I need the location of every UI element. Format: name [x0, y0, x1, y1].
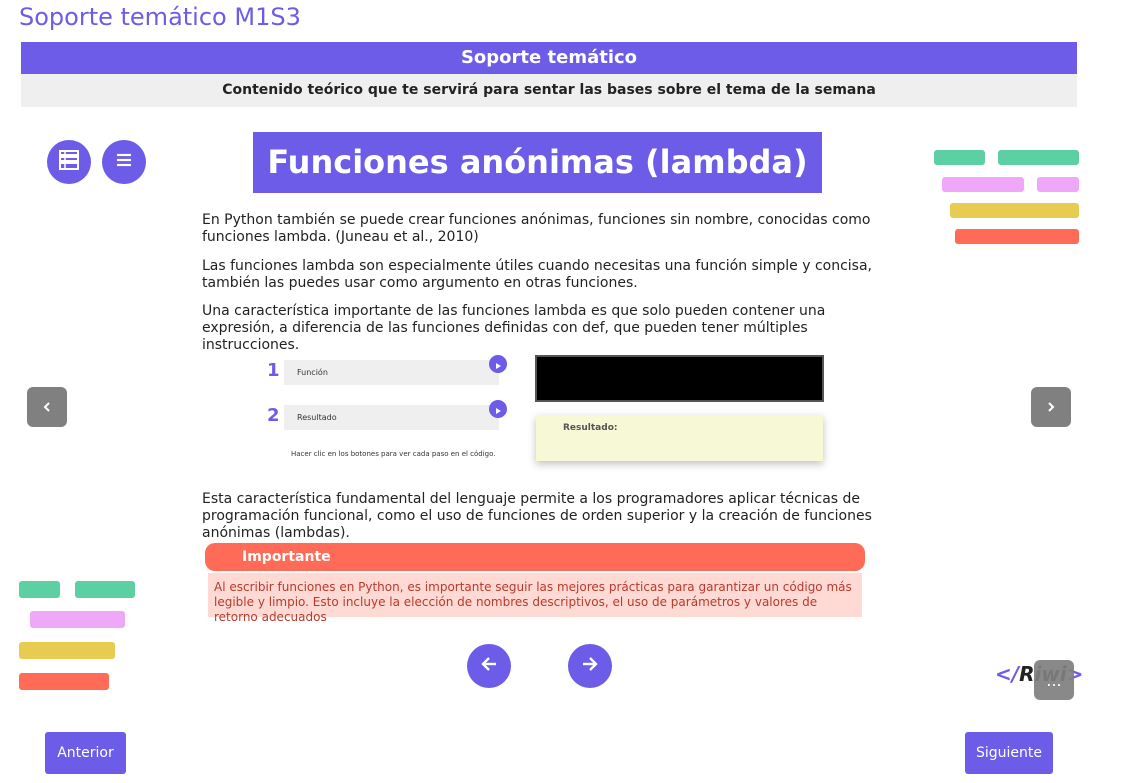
play-icon: [494, 355, 502, 374]
paragraph: Una característica importante de las fun…: [202, 303, 826, 353]
decorative-bar: [1037, 177, 1079, 192]
book-button[interactable]: [47, 140, 91, 184]
result-label: Resultado:: [563, 423, 618, 433]
play-step-result-button[interactable]: [489, 400, 507, 418]
result-panel: Resultado:: [536, 415, 823, 461]
decorative-bar: [19, 673, 109, 690]
arrow-left-icon: [478, 653, 500, 679]
topic-title: Funciones anónimas (lambda): [253, 132, 822, 193]
step-number: 2: [267, 405, 280, 426]
next-page-button[interactable]: [568, 644, 612, 688]
more-button[interactable]: ...: [1034, 660, 1074, 700]
previous-button[interactable]: Anterior: [45, 732, 126, 774]
decorative-bar: [950, 203, 1079, 218]
previous-slide-button[interactable]: [27, 387, 67, 427]
play-icon: [494, 400, 502, 419]
paragraph: En Python también se puede crear funcion…: [202, 212, 871, 245]
page-title: Soporte temático M1S3: [19, 3, 301, 31]
steps-hint: Hacer clic en los botones para ver cada …: [291, 450, 496, 458]
decorative-bar: [934, 150, 985, 165]
next-button[interactable]: Siguiente: [965, 732, 1053, 774]
menu-button[interactable]: [102, 140, 146, 184]
paragraph: Esta característica fundamental del leng…: [202, 491, 872, 541]
decorative-bar: [30, 611, 125, 628]
next-slide-button[interactable]: [1031, 387, 1071, 427]
step-number: 1: [267, 360, 280, 381]
section-subtitle: Contenido teórico que te servirá para se…: [21, 74, 1077, 107]
step-result: Resultado: [284, 405, 499, 430]
decorative-bar: [75, 581, 135, 598]
more-icon: ...: [1046, 670, 1062, 690]
book-icon: [56, 147, 82, 177]
play-step-function-button[interactable]: [489, 355, 507, 373]
important-text: Al escribir funciones en Python, es impo…: [208, 573, 862, 624]
decorative-bar: [942, 177, 1024, 192]
paragraph: Las funciones lambda son especialmente ú…: [202, 258, 872, 291]
decorative-bar: [998, 150, 1079, 165]
code-panel: [535, 355, 824, 402]
arrow-right-icon: [579, 653, 601, 679]
section-banner: Soporte temático: [21, 42, 1077, 74]
decorative-bar: [19, 642, 115, 659]
decorative-bar: [19, 581, 60, 598]
step-function: Función: [284, 360, 499, 385]
chevron-right-icon: [1045, 398, 1057, 417]
menu-icon: [113, 149, 135, 175]
important-heading: Importante: [205, 543, 865, 571]
chevron-left-icon: [41, 398, 53, 417]
decorative-bar: [955, 229, 1079, 244]
previous-page-button[interactable]: [467, 644, 511, 688]
